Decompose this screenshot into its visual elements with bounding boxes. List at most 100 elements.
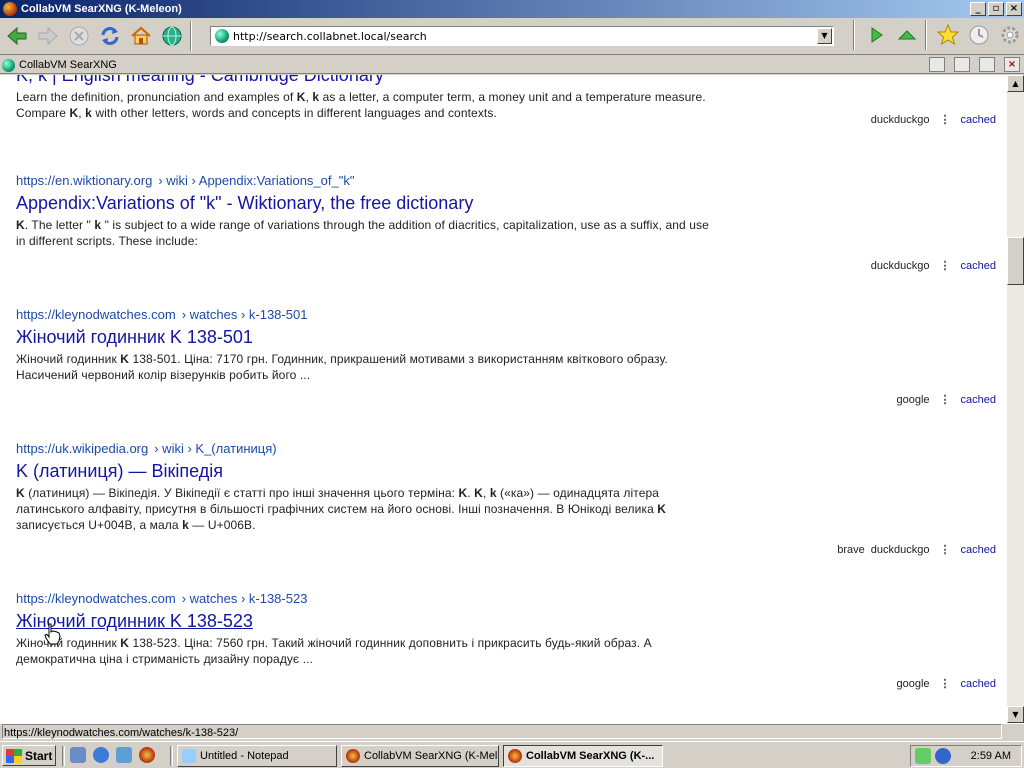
network-icon[interactable] xyxy=(915,748,931,764)
tab-next-icon[interactable] xyxy=(954,57,970,72)
result-meta: brave duckduckgo ⋮ cached xyxy=(831,543,996,557)
taskbar-button-label: CollabVM SearXNG (K-Mel... xyxy=(364,750,499,762)
search-result: https://kleynodwatches.com › watches › k-… xyxy=(16,591,996,690)
kmeleon-app-icon[interactable] xyxy=(3,2,17,16)
cached-link[interactable]: cached xyxy=(961,678,996,690)
more-options-icon[interactable]: ⋮ xyxy=(940,677,951,690)
result-domain[interactable]: https://kleynodwatches.com xyxy=(16,591,176,606)
more-options-icon[interactable]: ⋮ xyxy=(940,113,951,126)
cached-link[interactable]: cached xyxy=(961,260,996,272)
reload-icon xyxy=(101,27,119,45)
maximize-button[interactable]: ▫ xyxy=(988,2,1004,16)
kmeleon-quick-icon[interactable] xyxy=(139,747,155,763)
scroll-up-button[interactable]: ▲ xyxy=(1007,75,1024,92)
window-title: CollabVM SearXNG (K-Meleon) xyxy=(21,3,182,15)
status-text: https://kleynodwatches.com/watches/k-138… xyxy=(2,724,1002,739)
close-tab-icon[interactable]: × xyxy=(1004,57,1020,72)
up-icon xyxy=(897,30,917,40)
result-url[interactable]: https://kleynodwatches.com › watches › k-… xyxy=(16,591,996,609)
result-title-link[interactable]: K (латиниця) — Вікіпедія xyxy=(16,459,996,485)
engine-label: duckduckgo xyxy=(870,543,930,556)
engine-label: google xyxy=(896,677,930,690)
more-options-icon[interactable]: ⋮ xyxy=(940,393,951,406)
taskbar-kmeleon-1[interactable]: CollabVM SearXNG (K-Mel... xyxy=(341,745,499,767)
new-tab-icon[interactable] xyxy=(979,57,995,72)
cached-link[interactable]: cached xyxy=(961,114,996,126)
start-button[interactable]: Start xyxy=(2,745,56,766)
url-input[interactable] xyxy=(233,29,813,43)
forward-icon xyxy=(38,26,58,46)
go-button[interactable] xyxy=(862,20,890,50)
toolbar-right xyxy=(849,20,1024,50)
search-result: https://en.wiktionary.org › wiki › Append… xyxy=(16,173,996,272)
system-tray: 2:59 AM xyxy=(910,745,1022,767)
result-domain[interactable]: https://kleynodwatches.com xyxy=(16,307,176,322)
result-title-link[interactable]: Appendix:Variations of "k" - Wiktionary,… xyxy=(16,191,996,217)
result-domain[interactable]: https://uk.wikipedia.org xyxy=(16,441,148,456)
url-dropdown-button[interactable]: ▼ xyxy=(817,28,832,44)
cached-link[interactable]: cached xyxy=(961,544,996,556)
outlook-express-icon[interactable] xyxy=(116,747,132,763)
toolbar-separator xyxy=(853,20,855,50)
search-result: https://uk.wikipedia.org › wiki › K_(лати… xyxy=(16,441,996,556)
result-breadcrumb[interactable]: › watches › k-138-523 xyxy=(182,591,308,606)
home-button[interactable] xyxy=(127,21,155,51)
engine-label: google xyxy=(896,393,930,406)
more-options-icon[interactable]: ⋮ xyxy=(940,543,951,556)
result-breadcrumb[interactable]: › wiki › K_(латиниця) xyxy=(154,441,276,456)
notepad-icon xyxy=(182,749,196,763)
search-result: https://kleynodwatches.com › watches › k-… xyxy=(16,307,996,406)
taskbar-button-label: CollabVM SearXNG (K-... xyxy=(526,750,655,762)
tab-prev-icon[interactable] xyxy=(929,57,945,72)
forward-button[interactable] xyxy=(34,21,62,51)
reload-button[interactable] xyxy=(96,21,124,51)
engine-label: duckduckgo xyxy=(870,259,930,272)
home-icon xyxy=(131,26,151,45)
history-button[interactable] xyxy=(965,20,993,50)
show-desktop-icon[interactable] xyxy=(70,747,86,763)
more-options-icon[interactable]: ⋮ xyxy=(940,259,951,272)
engine-label: brave xyxy=(837,543,865,556)
result-url[interactable]: https://kleynodwatches.com › watches › k-… xyxy=(16,307,996,325)
taskbar-notepad[interactable]: Untitled - Notepad xyxy=(177,745,337,767)
bookmarks-button[interactable] xyxy=(934,20,962,50)
url-bar[interactable]: ▼ xyxy=(210,26,834,46)
hand-cursor-icon xyxy=(44,623,61,645)
taskbar-kmeleon-2[interactable]: CollabVM SearXNG (K-... xyxy=(503,745,663,767)
result-domain[interactable]: https://en.wiktionary.org xyxy=(16,173,152,188)
tab-actions: × xyxy=(920,57,1020,72)
scroll-down-button[interactable]: ▼ xyxy=(1007,706,1024,723)
result-title-link[interactable]: Жіночий годинник K 138-523 xyxy=(16,609,996,635)
stop-icon xyxy=(69,26,89,46)
taskbar: Start Untitled - Notepad CollabVM SearXN… xyxy=(0,741,1024,768)
back-button[interactable] xyxy=(3,21,31,51)
result-snippet: Жіночий годинник K 138-501. Ціна: 7170 г… xyxy=(16,352,668,382)
globe-button[interactable] xyxy=(158,21,186,51)
result-url[interactable]: https://uk.wikipedia.org › wiki › K_(лати… xyxy=(16,441,996,459)
result-title-link[interactable]: K, k | English meaning - Cambridge Dicti… xyxy=(16,75,996,89)
settings-button[interactable] xyxy=(996,20,1024,50)
taskbar-divider xyxy=(62,746,65,766)
result-title-link[interactable]: Жіночий годинник K 138-501 xyxy=(16,325,996,351)
tab-collabvm-searxng[interactable]: CollabVM SearXNG xyxy=(2,57,117,73)
bookmark-star-icon xyxy=(936,23,960,46)
history-icon xyxy=(969,25,989,45)
close-button[interactable]: × xyxy=(1006,2,1022,16)
tray-app-icon[interactable] xyxy=(935,748,951,764)
up-button[interactable] xyxy=(893,20,921,50)
result-breadcrumb[interactable]: › wiki › Appendix:Variations_of_"k" xyxy=(158,173,354,188)
minimize-button[interactable]: _ xyxy=(970,2,986,16)
internet-explorer-icon[interactable] xyxy=(93,747,109,763)
back-icon xyxy=(7,26,27,46)
search-result: K, k | English meaning - Cambridge Dicti… xyxy=(16,75,996,126)
stop-button[interactable] xyxy=(65,21,93,51)
result-snippet: K (латиниця) — Вікіпедія. У Вікіпедії є … xyxy=(16,486,667,532)
result-url[interactable]: https://en.wiktionary.org › wiki › Append… xyxy=(16,173,996,191)
cached-link[interactable]: cached xyxy=(961,394,996,406)
scroll-thumb[interactable] xyxy=(1007,237,1024,285)
tab-globe-icon xyxy=(2,58,15,72)
result-breadcrumb[interactable]: › watches › k-138-501 xyxy=(182,307,308,322)
vertical-scrollbar[interactable]: ▲ ▼ xyxy=(1007,75,1024,723)
taskbar-divider xyxy=(170,746,173,766)
tab-bar: CollabVM SearXNG × xyxy=(0,56,1024,74)
